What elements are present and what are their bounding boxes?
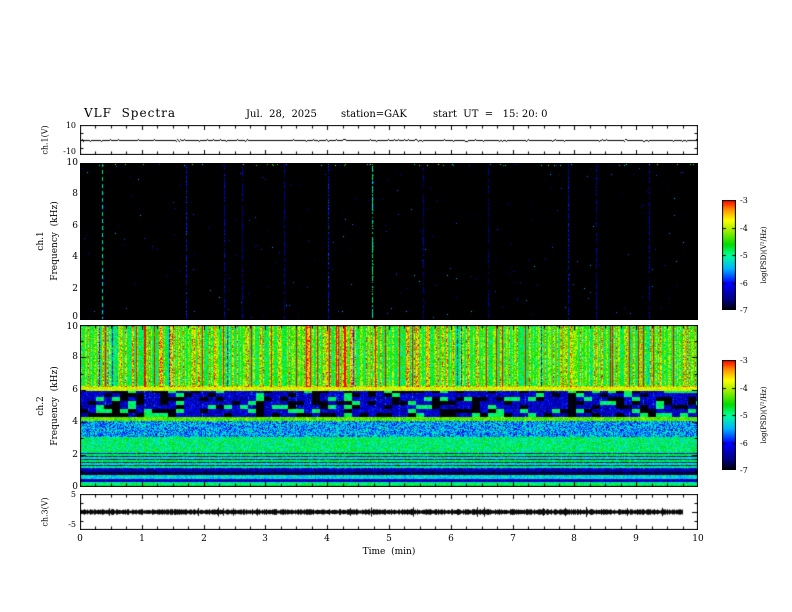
colorbar-tick-label: -4 — [740, 224, 748, 233]
x-tick-label: 0 — [77, 534, 83, 544]
spec1-frequency-label: Frequency (kHz) — [50, 201, 60, 281]
x-tick-label: 3 — [262, 534, 268, 544]
y-tick-label: 10 — [66, 322, 78, 332]
spec2-channel-label: ch.2 — [36, 396, 46, 416]
colorbar-tick-label: -6 — [740, 439, 748, 448]
colorbar-tick-label: -7 — [740, 466, 748, 475]
plot-start-ut: start UT = 15: 20: 0 — [433, 109, 548, 120]
colorbar-tick-label: -5 — [740, 251, 748, 260]
colorbar-tick-label: -7 — [740, 306, 748, 315]
y-tick-label: 2 — [72, 284, 78, 294]
colorbar-tick-label: -4 — [740, 384, 748, 393]
y-tick-label: 0 — [72, 312, 78, 322]
y-tick-label: 4 — [72, 417, 78, 427]
plot-date: Jul. 28, 2025 — [246, 109, 317, 120]
ch1v-ymin-label: -10 — [63, 147, 76, 156]
y-tick-label: 6 — [72, 221, 78, 231]
ch3v-axis-label: ch.3(V) — [40, 497, 50, 527]
x-tick-label: 9 — [633, 534, 639, 544]
vlf-spectra-plot: VLF Spectra Jul. 28, 2025 station=GAK st… — [0, 0, 792, 612]
y-tick-label: 2 — [72, 450, 78, 460]
y-tick-label: 6 — [72, 385, 78, 395]
y-tick-label: 10 — [66, 158, 78, 168]
ch1-spectrogram-panel — [80, 163, 698, 320]
colorbar-tick-label: -5 — [740, 411, 748, 420]
ch1-waveform-panel — [80, 125, 698, 155]
spec2-frequency-label: Frequency (kHz) — [50, 366, 60, 446]
x-tick-label: 4 — [324, 534, 330, 544]
colorbar-tick-label: -3 — [740, 356, 748, 365]
ch3v-ymin-label: -5 — [68, 520, 76, 529]
colorbar2-label: log(PSD)(V²/Hz) — [760, 386, 768, 444]
y-tick-label: 8 — [72, 352, 78, 362]
x-tick-label: 6 — [448, 534, 454, 544]
plot-station: station=GAK — [341, 109, 407, 120]
x-tick-label: 8 — [571, 534, 577, 544]
ch3-waveform-panel — [80, 494, 698, 530]
x-tick-label: 1 — [139, 534, 145, 544]
colorbar-2 — [722, 360, 736, 470]
colorbar1-label: log(PSD)(V²/Hz) — [760, 226, 768, 284]
x-tick-label: 10 — [692, 534, 704, 544]
x-tick-label: 7 — [510, 534, 516, 544]
time-axis-label: Time (min) — [362, 547, 416, 557]
colorbar-tick-label: -3 — [740, 196, 748, 205]
x-tick-label: 5 — [386, 534, 392, 544]
y-tick-label: 8 — [72, 189, 78, 199]
ch2-spectrogram-panel — [80, 325, 698, 487]
ch1v-axis-label: ch.1(V) — [40, 125, 50, 155]
ch1v-ymax-label: 10 — [65, 121, 76, 130]
y-tick-label: 0 — [72, 482, 78, 492]
colorbar-tick-label: -6 — [740, 279, 748, 288]
plot-title: VLF Spectra — [84, 106, 177, 120]
y-tick-label: 4 — [72, 252, 78, 262]
colorbar-1 — [722, 200, 736, 310]
x-tick-label: 2 — [201, 534, 207, 544]
spec1-channel-label: ch.1 — [36, 231, 46, 251]
